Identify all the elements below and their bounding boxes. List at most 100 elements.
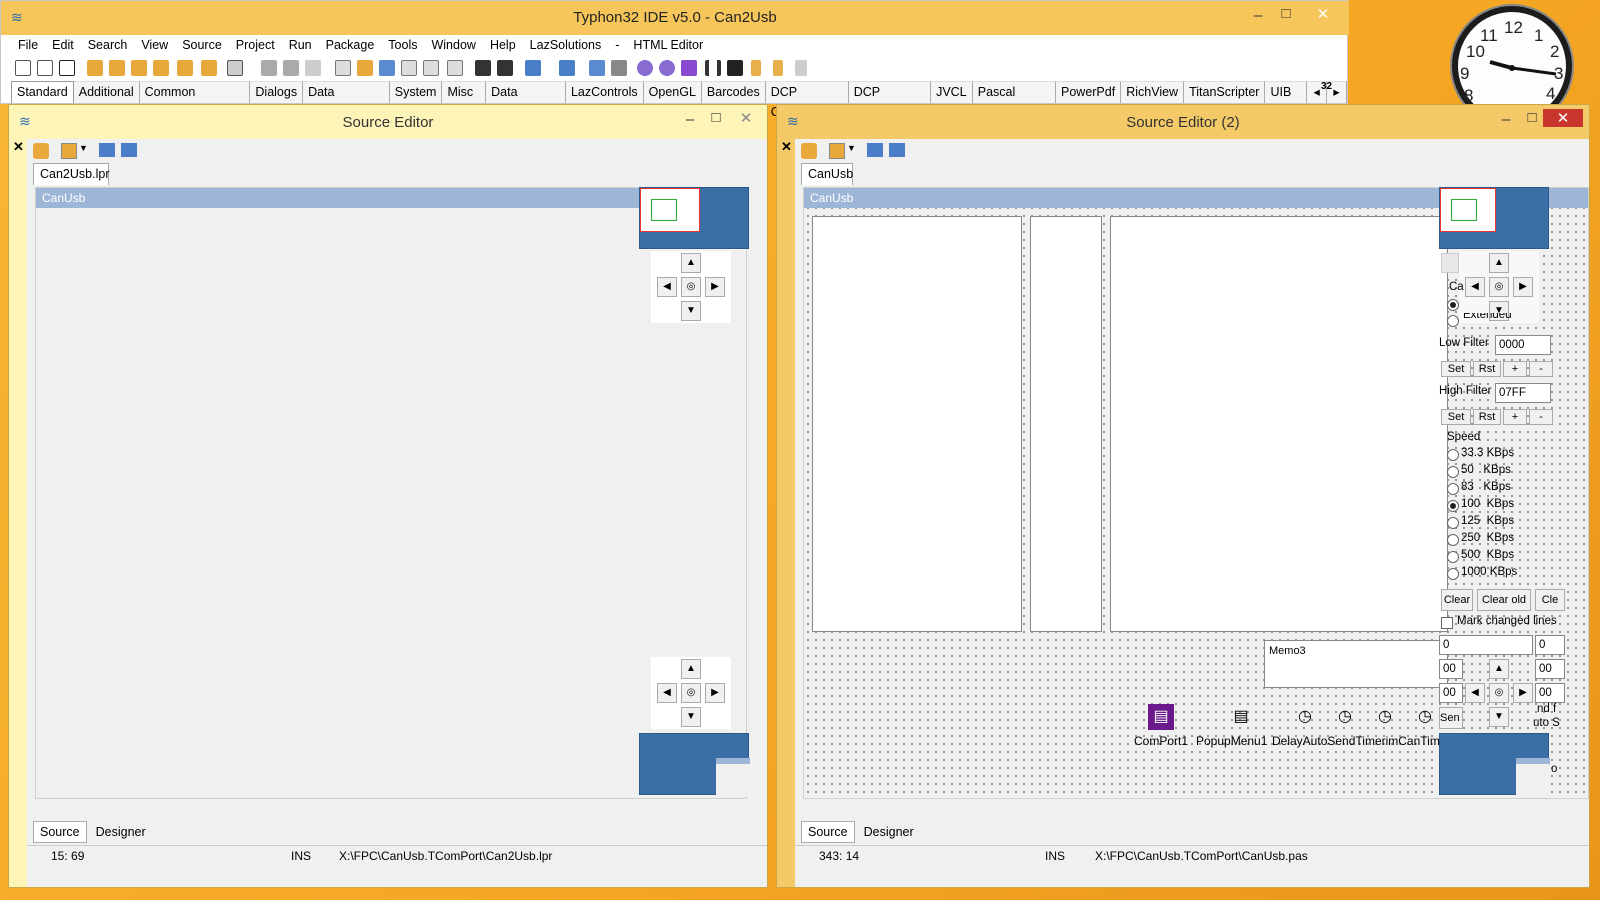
timer-component-icon[interactable]: ◷ bbox=[1372, 704, 1398, 730]
nav-down-button[interactable]: ▼ bbox=[1489, 707, 1509, 727]
mark-changed-checkbox[interactable] bbox=[1441, 617, 1453, 629]
palette-tab-data-controls[interactable]: Data Controls bbox=[303, 81, 390, 119]
palette-tab-jvcl[interactable]: JVCL bbox=[931, 81, 973, 103]
speed-radio[interactable] bbox=[1447, 483, 1459, 495]
nav-down-button[interactable]: ▼ bbox=[681, 301, 701, 321]
menu-tools[interactable]: Tools bbox=[381, 36, 424, 56]
open-recent-icon[interactable] bbox=[109, 60, 125, 76]
nav-right-button[interactable]: ▶ bbox=[705, 683, 725, 703]
minimap-top[interactable] bbox=[1439, 187, 1549, 249]
menu-package[interactable]: Package bbox=[319, 36, 382, 56]
palette-tab-opengl[interactable]: OpenGL bbox=[643, 81, 702, 103]
build-icon[interactable] bbox=[475, 60, 491, 76]
low-set-button[interactable]: Set bbox=[1441, 361, 1471, 377]
compile-icon[interactable] bbox=[497, 60, 513, 76]
clear-all-button[interactable]: Cle bbox=[1535, 589, 1565, 611]
speed-radio[interactable] bbox=[1447, 466, 1459, 478]
tab-source[interactable]: Source bbox=[33, 821, 87, 843]
toggle-form-icon[interactable] bbox=[423, 60, 439, 76]
nav-center-button[interactable]: ◎ bbox=[681, 683, 701, 703]
nav-down-button[interactable]: ▼ bbox=[681, 707, 701, 727]
close-tab-x-icon[interactable]: ✕ bbox=[13, 139, 24, 155]
minimap-top[interactable] bbox=[639, 187, 749, 249]
memo-panel-3[interactable] bbox=[1110, 216, 1448, 632]
forward-icon[interactable] bbox=[889, 143, 905, 157]
speed-radio-selected[interactable] bbox=[1447, 500, 1459, 512]
nav-left-button[interactable]: ◀ bbox=[657, 683, 677, 703]
timer-component-icon[interactable]: ◷ bbox=[1412, 704, 1438, 730]
designer-icon[interactable] bbox=[589, 60, 605, 76]
menu-edit[interactable]: Edit bbox=[45, 36, 81, 56]
nav-center-button[interactable]: ◎ bbox=[681, 277, 701, 297]
memo-panel-1[interactable] bbox=[812, 216, 1022, 632]
high-set-button[interactable]: Set bbox=[1441, 409, 1471, 425]
back-icon[interactable] bbox=[867, 143, 883, 157]
tab-source[interactable]: Source bbox=[801, 821, 855, 843]
low-plus-button[interactable]: + bbox=[1503, 361, 1527, 377]
high-minus-button[interactable]: - bbox=[1529, 409, 1553, 425]
nav-up-button[interactable]: ▲ bbox=[1489, 659, 1509, 679]
clear-button[interactable]: Clear bbox=[1441, 589, 1473, 611]
small-button[interactable] bbox=[1441, 253, 1459, 273]
chevron-down-icon[interactable]: ▼ bbox=[847, 143, 856, 153]
run-icon[interactable] bbox=[681, 60, 697, 76]
timer-component-icon[interactable]: ◷ bbox=[1332, 704, 1358, 730]
palette-tab-pascal-script[interactable]: Pascal Script bbox=[972, 81, 1056, 119]
palette-tab-barcodes[interactable]: Barcodes bbox=[701, 81, 766, 103]
menu-file[interactable]: File bbox=[11, 36, 45, 56]
maximize-button[interactable]: □ bbox=[1273, 5, 1299, 22]
speed-radio[interactable] bbox=[1447, 534, 1459, 546]
step-out-icon[interactable] bbox=[795, 60, 807, 76]
step-over-icon[interactable] bbox=[773, 60, 783, 76]
palette-tab-misc[interactable]: Misc bbox=[442, 81, 487, 103]
menu-source[interactable]: Source bbox=[175, 36, 229, 56]
minimap-viewport[interactable] bbox=[640, 188, 700, 232]
palette-tab-uib[interactable]: UIB bbox=[1265, 81, 1308, 103]
speed-radio[interactable] bbox=[1447, 449, 1459, 461]
menu-view[interactable]: View bbox=[134, 36, 175, 56]
settings-icon[interactable] bbox=[659, 60, 675, 76]
nav-center-button[interactable]: ◎ bbox=[1489, 277, 1509, 297]
palette-tab-additional[interactable]: Additional bbox=[73, 81, 140, 103]
len-field[interactable]: 0 bbox=[1535, 635, 1565, 655]
component-icon[interactable] bbox=[357, 60, 373, 76]
menu-search[interactable]: Search bbox=[81, 36, 135, 56]
nav-right-button[interactable]: ▶ bbox=[1513, 277, 1533, 297]
menu-html-editor[interactable]: HTML Editor bbox=[626, 36, 710, 56]
jump-icon[interactable] bbox=[33, 143, 49, 159]
nav-center-button[interactable]: ◎ bbox=[1489, 683, 1509, 703]
memo3[interactable]: Memo3 bbox=[1264, 640, 1448, 688]
nav-left-button[interactable]: ◀ bbox=[657, 277, 677, 297]
palette-tab-dialogs[interactable]: Dialogs bbox=[250, 81, 304, 103]
menu-project[interactable]: Project bbox=[229, 36, 282, 56]
file-tab-canusb[interactable]: CanUsb bbox=[801, 163, 853, 185]
speed-radio[interactable] bbox=[1447, 568, 1459, 580]
stop-icon[interactable] bbox=[727, 60, 743, 76]
back-icon[interactable] bbox=[99, 143, 115, 157]
source-editor-titlebar[interactable]: ≋ Source Editor – □ ✕ bbox=[9, 105, 767, 139]
jump-icon[interactable] bbox=[801, 143, 817, 159]
open-package-icon[interactable] bbox=[177, 60, 193, 76]
bookmark-icon[interactable] bbox=[61, 143, 77, 159]
palette-tab-richview[interactable]: RichView bbox=[1121, 81, 1185, 103]
high-filter-input[interactable]: 07FF bbox=[1495, 383, 1551, 403]
minimize-button[interactable]: – bbox=[1493, 111, 1519, 128]
view-forms-icon[interactable] bbox=[401, 60, 417, 76]
main-titlebar[interactable]: ≋ Typhon32 IDE v5.0 - Can2Usb – □ ✕ bbox=[1, 1, 1349, 35]
palette-tab-dcp-hashes[interactable]: DCP Hashes bbox=[848, 81, 932, 119]
low-rst-button[interactable]: Rst bbox=[1473, 361, 1501, 377]
bookmark-icon[interactable] bbox=[829, 143, 845, 159]
minimap-bottom[interactable] bbox=[639, 733, 750, 796]
chevron-down-icon[interactable]: ▼ bbox=[79, 143, 88, 153]
nav-left-button[interactable]: ◀ bbox=[1465, 277, 1485, 297]
close-button[interactable]: ✕ bbox=[1543, 109, 1583, 127]
send-button[interactable]: Sen bbox=[1439, 707, 1463, 729]
pause-icon[interactable] bbox=[705, 60, 721, 76]
file-tab-can2usb[interactable]: Can2Usb.lpr bbox=[33, 163, 109, 185]
new-form-icon[interactable] bbox=[37, 60, 53, 76]
menu-window[interactable]: Window bbox=[424, 36, 482, 56]
nav-up-button[interactable]: ▲ bbox=[1489, 253, 1509, 273]
close-file-icon[interactable] bbox=[305, 60, 321, 76]
save-icon[interactable] bbox=[261, 60, 277, 76]
minimap-bottom[interactable] bbox=[1439, 733, 1550, 796]
